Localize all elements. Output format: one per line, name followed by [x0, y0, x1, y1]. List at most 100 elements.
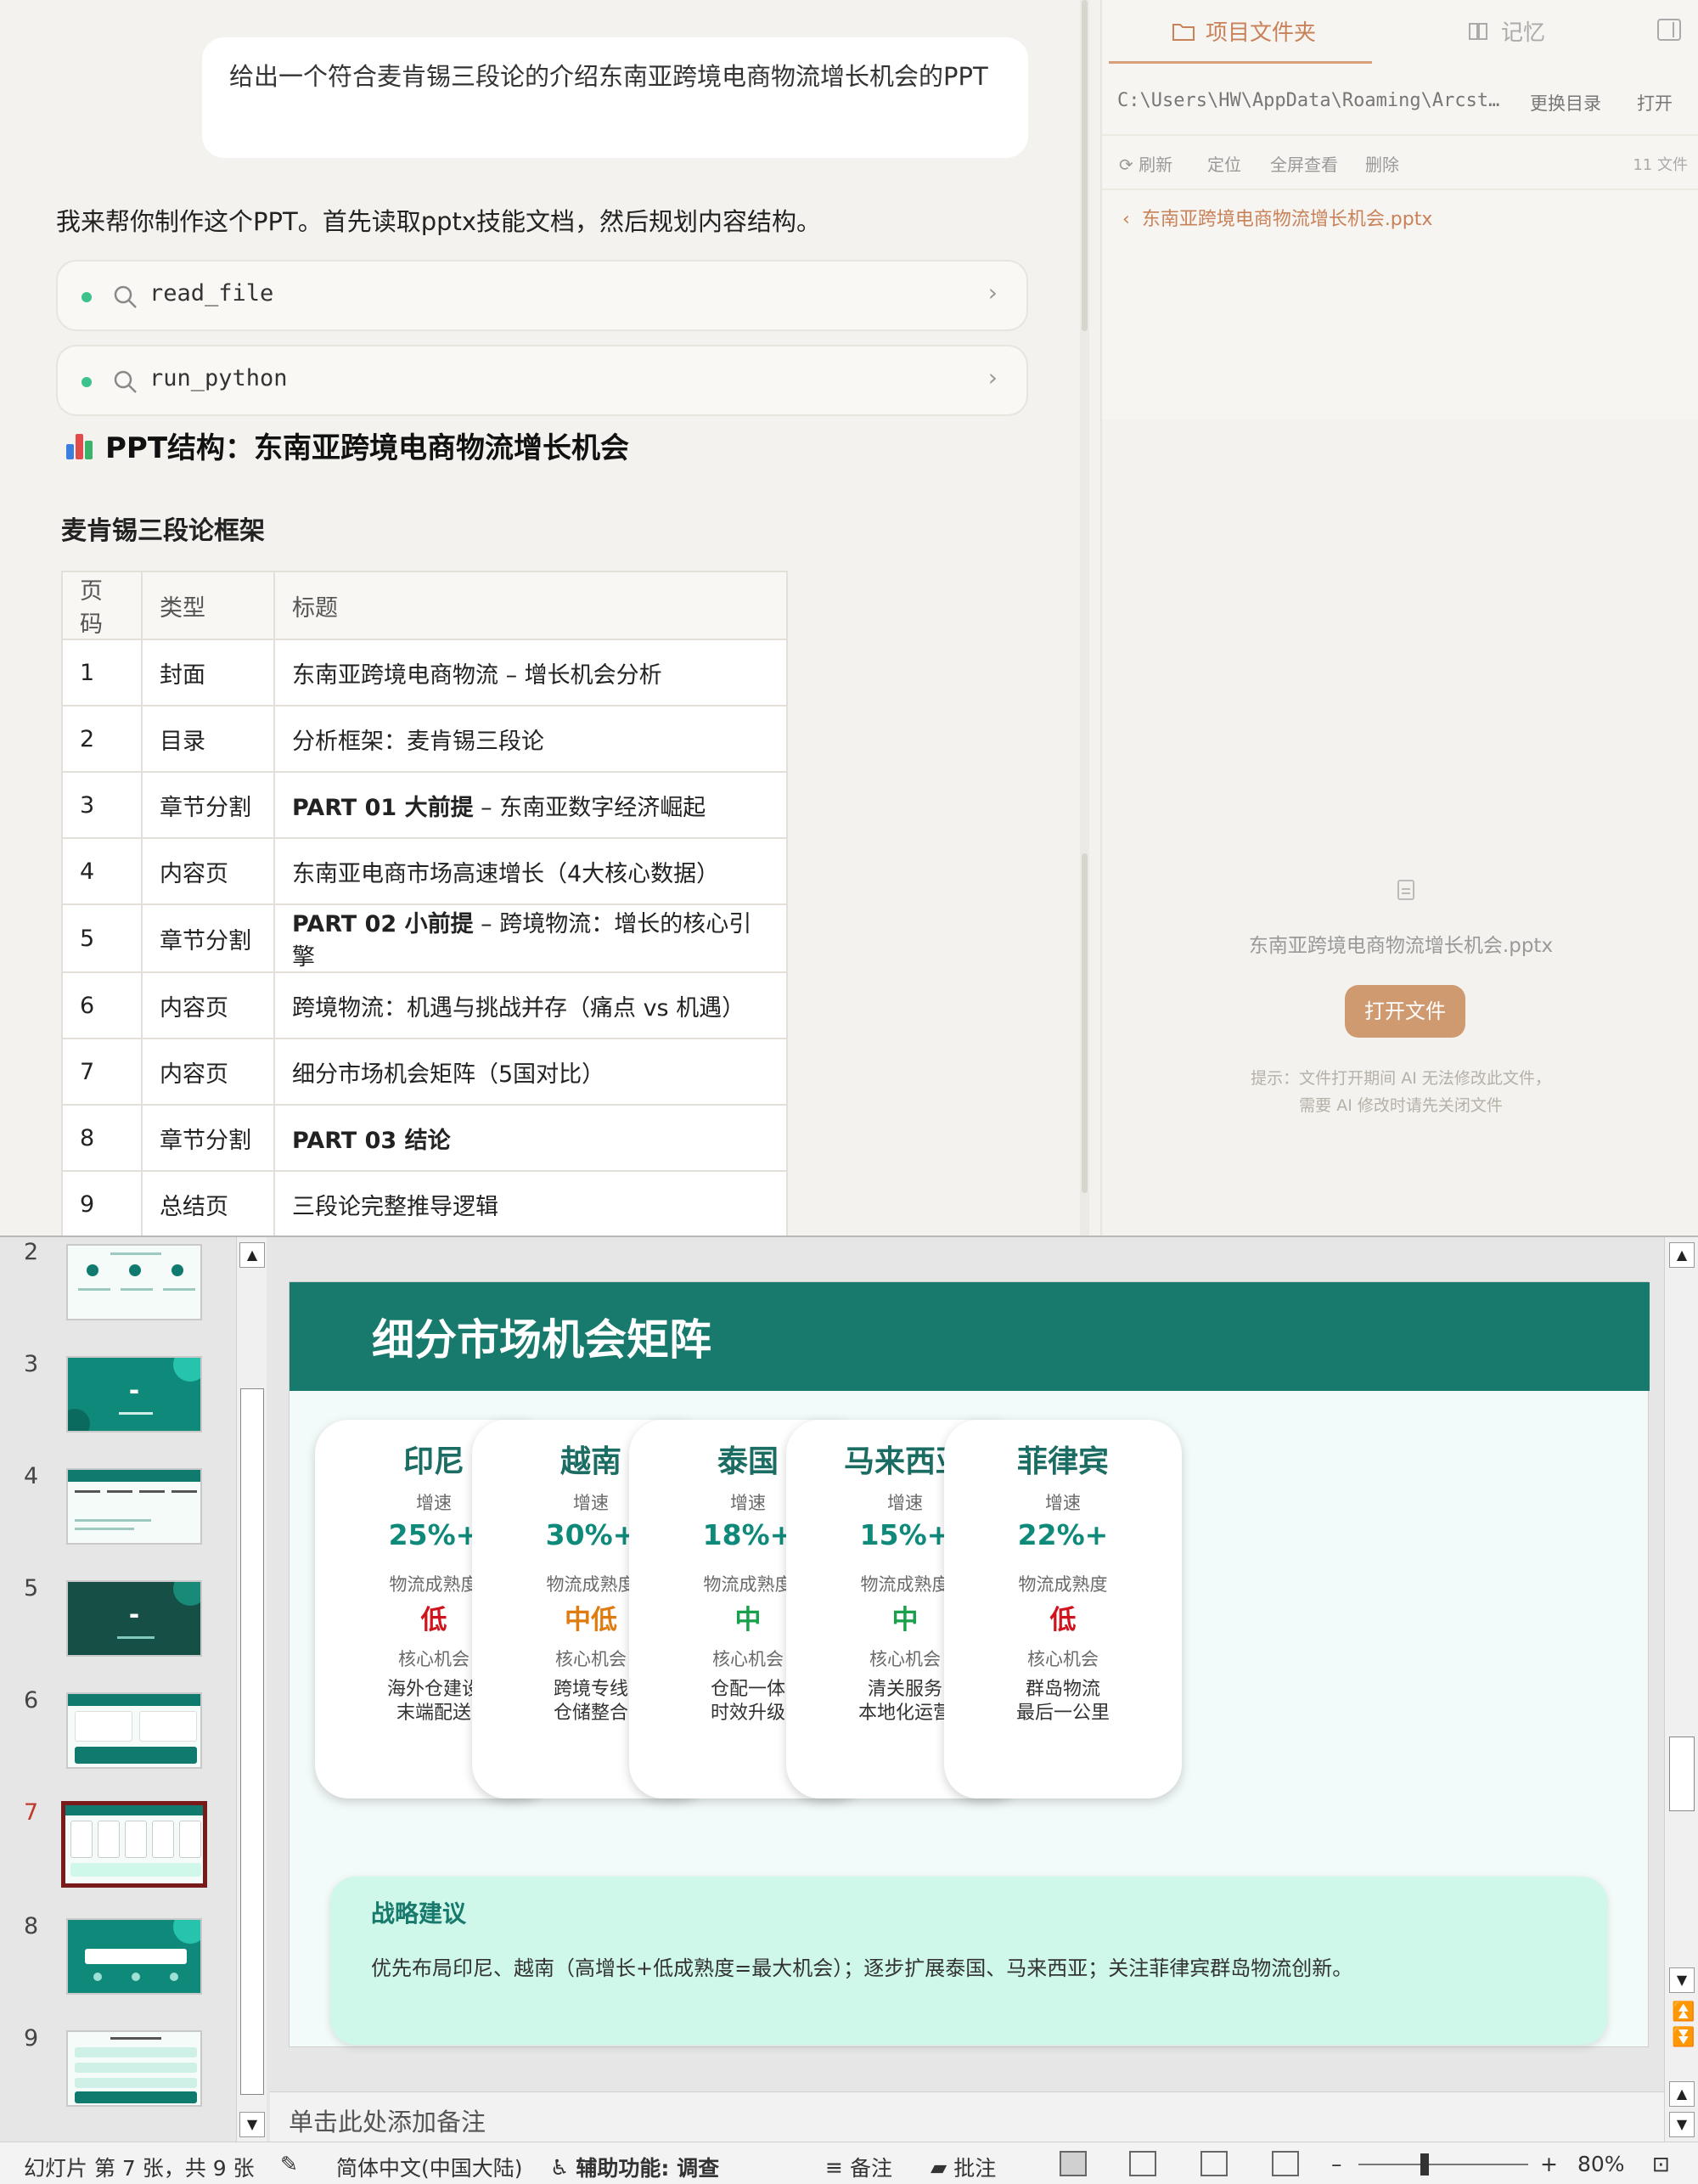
chevron-left-icon: ‹ — [1122, 209, 1130, 230]
slide-thumbnail-6[interactable] — [66, 1692, 202, 1769]
page-cell: 8 — [61, 1104, 143, 1172]
accessibility-icon: ♿ — [550, 2154, 570, 2180]
notes-scroll-up-button[interactable]: ▲ — [1669, 2081, 1695, 2107]
scroll-down-button[interactable]: ▼ — [1669, 1967, 1695, 1993]
slide-scrollbar[interactable]: ▲ ▼ ⏫ ⏬ ▲ ▼ — [1664, 1237, 1698, 2142]
open-directory-button[interactable]: 打开 — [1637, 90, 1673, 115]
slide-title[interactable]: 细分市场机会矩阵 — [372, 1306, 711, 1367]
slide-sorter-view-icon[interactable] — [1129, 2151, 1156, 2176]
file-icon — [1397, 880, 1414, 900]
zoom-out-icon[interactable]: – — [1331, 2152, 1342, 2176]
title-bold-part: PART 03 结论 — [292, 1127, 451, 1154]
zoom-slider-track[interactable] — [1358, 2164, 1528, 2165]
locate-button[interactable]: 定位 — [1207, 151, 1241, 176]
country-card[interactable]: 菲律宾 增速 22%+ 物流成熟度低核心机会 群岛物流 最后一公里 — [944, 1420, 1182, 1798]
slideshow-view-icon[interactable] — [1272, 2151, 1299, 2176]
scrollbar-thumb[interactable] — [1669, 1737, 1695, 1811]
delete-button[interactable]: 删除 — [1365, 151, 1399, 176]
notes-button[interactable]: ≡ 备注 — [825, 2152, 892, 2182]
fullscreen-view-button[interactable]: 全屏查看 — [1270, 151, 1338, 176]
table-row: 7 内容页 细分市场机会矩阵（5国对比） — [61, 1038, 788, 1106]
title-cell: PART 01 大前提 – 东南亚数字经济崛起 — [273, 771, 788, 839]
accessibility-button[interactable]: ♿ 辅助功能: 调查 — [550, 2152, 719, 2182]
slide-thumbnail-5[interactable]: ▬ — [66, 1580, 202, 1657]
refresh-icon: ⟳ — [1119, 155, 1133, 175]
title-text: 跨境物流：机遇与挑战并存（痛点 vs 机遇） — [292, 994, 745, 1022]
open-file-button[interactable]: 打开文件 — [1345, 985, 1465, 1038]
title-text: 东南亚跨境电商物流 – 增长机会分析 — [292, 661, 662, 689]
tool-call-run-python[interactable]: run_python › — [56, 345, 1028, 416]
zoom-slider-handle[interactable] — [1420, 2153, 1429, 2176]
spell-check-icon[interactable]: ✎ — [280, 2152, 298, 2176]
directory-path: C:\Users\HW\AppData\Roaming\Arcst… — [1117, 90, 1500, 111]
type-cell: 内容页 — [141, 837, 275, 905]
title-cell: 三段论完整推导逻辑 — [273, 1170, 788, 1236]
slide-thumbnail-7-selected[interactable] — [61, 1801, 207, 1888]
scroll-up-button[interactable]: ▲ — [1669, 1242, 1695, 1268]
slide-header-bar: 细分市场机会矩阵 — [290, 1282, 1650, 1391]
slide-thumbnail-3[interactable]: ▬ — [66, 1356, 202, 1433]
scrollbar-thumb[interactable] — [240, 1388, 264, 2095]
book-icon — [1469, 22, 1487, 40]
slide-thumbnail-2[interactable] — [66, 1244, 202, 1320]
next-slide-icon[interactable]: ⏬ — [1672, 2027, 1695, 2048]
folder-icon — [1172, 23, 1195, 41]
structure-table: 页码 类型 标题 1 封面 东南亚跨境电商物流 – 增长机会分析 2 目录 分析框架：麦肯… — [61, 571, 788, 1236]
table-row: 8 章节分割 PART 03 结论 — [61, 1104, 788, 1172]
slide-thumbnail-4[interactable] — [66, 1468, 202, 1545]
strategy-title: 战略建议 — [371, 1900, 467, 1928]
refresh-button[interactable]: ⟳ 刷新 — [1119, 151, 1172, 176]
chat-panel: 给出一个符合麦肯锡三段论的介绍东南亚跨境电商物流增长机会的PPT 我来帮你制作这… — [0, 0, 1089, 1236]
notes-pane[interactable]: 单击此处添加备注 — [270, 2091, 1664, 2142]
slide-thumbnail-9[interactable] — [66, 2030, 202, 2107]
page-cell: 2 — [61, 705, 143, 773]
collapse-panel-icon[interactable] — [1657, 19, 1681, 41]
strategy-box[interactable]: 战略建议 优先布局印尼、越南（高增长+低成熟度=最大机会）；逐步扩展泰国、马来西… — [330, 1877, 1607, 2045]
tab-project-folder[interactable]: 项目文件夹 — [1172, 15, 1316, 47]
chevron-right-icon: › — [987, 363, 998, 391]
normal-view-icon[interactable] — [1060, 2151, 1087, 2176]
status-bar: 幻灯片 第 7 张，共 9 张 ✎ 简体中文(中国大陆) ♿ 辅助功能: 调查 ≡… — [0, 2142, 1698, 2184]
chat-scrollbar[interactable] — [1080, 0, 1089, 1236]
reading-view-icon[interactable] — [1200, 2151, 1228, 2176]
comments-button[interactable]: ▰ 批注 — [931, 2152, 996, 2182]
file-actions-row: ⟳ 刷新 定位 全屏查看 删除 11 文件 — [1102, 138, 1698, 190]
title-text: 细分市场机会矩阵（5国对比） — [292, 1061, 605, 1088]
page-cell: 5 — [61, 903, 143, 973]
tab-memory[interactable]: 记忆 — [1467, 15, 1545, 47]
page-cell: 9 — [61, 1170, 143, 1236]
table-row: 5 章节分割 PART 02 小前提 – 跨境物流：增长的核心引擎 — [61, 903, 788, 973]
slide-thumbnail-pane: 2 3 ▬ 4 5 ▬ 6 7 8 9 ▲ ▼ — [0, 1237, 270, 2142]
slide-thumbnail-8[interactable] — [66, 1918, 202, 1995]
fit-to-window-icon[interactable]: ⊡ — [1652, 2152, 1670, 2176]
type-cell: 封面 — [141, 639, 275, 706]
type-cell: 章节分割 — [141, 771, 275, 839]
scroll-down-button[interactable]: ▼ — [239, 2112, 265, 2137]
notes-scroll-down-button[interactable]: ▼ — [1669, 2112, 1695, 2137]
previous-slide-icon[interactable]: ⏫ — [1672, 2001, 1695, 2023]
preview-filename: 东南亚跨境电商物流增长机会.pptx — [1248, 935, 1554, 957]
scroll-up-button[interactable]: ▲ — [239, 1242, 265, 1268]
bar-chart-icon — [65, 431, 95, 461]
tool-name: read_file — [149, 280, 274, 307]
thumbnail-number: 3 — [24, 1351, 39, 1377]
language-indicator[interactable]: 简体中文(中国大陆) — [336, 2152, 523, 2182]
slide-counter: 幻灯片 第 7 张，共 9 张 — [24, 2156, 255, 2181]
active-tab-indicator — [1109, 61, 1372, 64]
tool-call-read-file[interactable]: read_file › — [56, 260, 1028, 331]
search-icon — [114, 285, 137, 308]
title-text: 三段论完整推导逻辑 — [292, 1193, 498, 1220]
zoom-level[interactable]: 80% — [1577, 2152, 1625, 2176]
thumbnail-scrollbar[interactable]: ▲ ▼ — [236, 1237, 267, 2142]
page-cell: 4 — [61, 837, 143, 905]
breadcrumb[interactable]: ‹ 东南亚跨境电商物流增长机会.pptx — [1122, 204, 1432, 231]
change-directory-button[interactable]: 更换目录 — [1530, 90, 1601, 115]
zoom-in-icon[interactable]: + — [1540, 2152, 1558, 2176]
title-bold-part: PART 02 小前提 — [292, 911, 474, 937]
table-row: 4 内容页 东南亚电商市场高速增长（4大核心数据） — [61, 837, 788, 905]
thumbnail-number: 6 — [24, 1687, 39, 1714]
framework-heading: 麦肯锡三段论框架 — [61, 516, 265, 546]
title-cell: 分析框架：麦肯锡三段论 — [273, 705, 788, 773]
current-slide[interactable]: 细分市场机会矩阵 印尼 增速 25%+ 物流成熟度低核心机会 海外仓建设 末端配送 越南 增速… — [289, 1281, 1650, 2047]
thumbnail-number: 8 — [24, 1913, 39, 1939]
